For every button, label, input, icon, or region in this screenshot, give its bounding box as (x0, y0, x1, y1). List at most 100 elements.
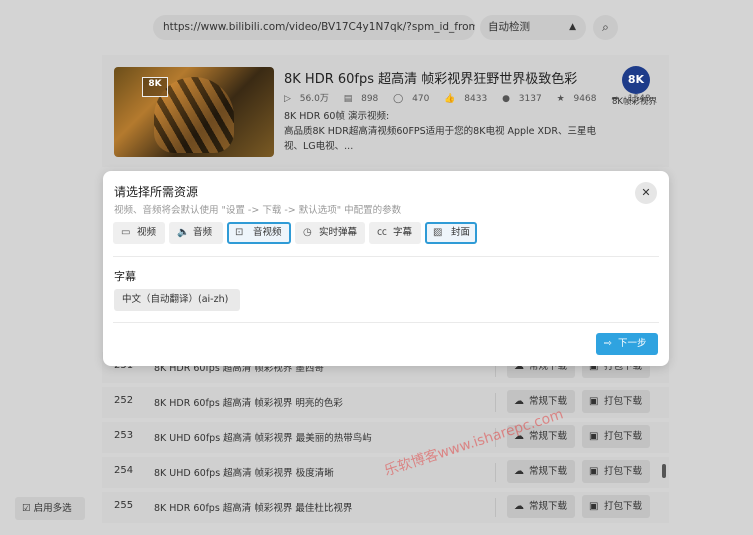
episode-title: 8K HDR 60fps 超高清 帧彩视界 最佳杜比视界 (154, 503, 353, 514)
subtitle-section-title: 字幕 (114, 270, 136, 283)
close-button[interactable]: ✕ (635, 182, 657, 204)
star-icon: ★ (556, 94, 565, 104)
top-bar: https://www.bilibili.com/video/BV17C4y1N… (0, 0, 753, 56)
episode-row: 255 8K HDR 60fps 超高清 帧彩视界 最佳杜比视界 ☁ 常规下载 ▣ 打包下… (102, 492, 669, 523)
danmaku-stat: ▤ 898 (343, 94, 379, 104)
video-thumbnail: 8K (114, 67, 274, 157)
video-title: 8K HDR 60fps 超高清 帧彩视界狂野世界极致色彩 (284, 72, 578, 87)
resource-chip[interactable]: 🔈 音频 (169, 222, 223, 244)
comments-stat: ◯ 470 (393, 94, 430, 104)
divider (113, 256, 659, 257)
next-step-label: 下一步 (618, 338, 647, 349)
normal-download-label: 常规下载 (529, 466, 568, 477)
resource-chip[interactable]: ◷ 实时弹幕 (295, 222, 365, 244)
coins-stat: ● 3137 (502, 94, 542, 104)
cloud-download-icon: ☁ (514, 466, 524, 477)
resource-chip[interactable]: ⊡ 音视频 (227, 222, 291, 244)
like-icon: 👍 (444, 94, 456, 104)
normal-download-button[interactable]: ☁ 常规下载 (507, 390, 575, 413)
media-icon: ⊡ (235, 227, 244, 238)
resource-chip-label: 封面 (451, 227, 471, 238)
package-icon: ▣ (589, 396, 599, 407)
pack-download-label: 打包下载 (604, 431, 643, 442)
divider (495, 463, 496, 482)
normal-download-button[interactable]: ☁ 常规下载 (507, 425, 575, 448)
likes-stat: 👍 8433 (444, 94, 488, 104)
enable-multiselect-button[interactable]: ☑ 启用多选 (15, 497, 85, 520)
episode-row: 253 8K UHD 60fps 超高清 帧彩视界 最美丽的热带鸟屿 ☁ 常规下载 ▣ 打… (102, 422, 669, 453)
package-icon: ▣ (589, 501, 599, 512)
cloud-download-icon: ☁ (514, 396, 524, 407)
plays-stat: ▷ 56.0万 (284, 94, 329, 104)
pack-download-label: 打包下载 (604, 466, 643, 477)
resource-dialog: 请选择所需资源 视频、音频将会默认使用 "设置 -> 下载 -> 默认选项" 中… (103, 171, 669, 366)
package-icon: ▣ (589, 431, 599, 442)
pack-download-button[interactable]: ▣ 打包下载 (582, 390, 650, 413)
episode-title: 8K UHD 60fps 超高清 帧彩视界 最美丽的热带鸟屿 (154, 433, 372, 444)
episode-row: 252 8K HDR 60fps 超高清 帧彩视界 明亮的色彩 ☁ 常规下载 ▣ 打包下载 (102, 387, 669, 418)
checkbox-icon: ☑ (22, 503, 31, 514)
clock-icon: ◷ (303, 227, 312, 238)
pack-download-button[interactable]: ▣ 打包下载 (582, 460, 650, 483)
video-stats: ▷ 56.0万 ▤ 898 ◯ 470 👍 8433 ● 3137 ★ 9468… (284, 91, 663, 104)
pack-download-button[interactable]: ▣ 打包下载 (582, 425, 650, 448)
episode-row: 254 8K UHD 60fps 超高清 帧彩视界 极度清晰 ☁ 常规下载 ▣ 打包下载 (102, 457, 669, 488)
divider (495, 428, 496, 447)
package-icon: ▣ (589, 466, 599, 477)
detect-mode-label: 自动检测 (488, 21, 530, 33)
resource-chip-label: 音视频 (253, 227, 282, 238)
detect-mode-select[interactable]: 自动检测 ▲ (480, 15, 586, 40)
episode-index: 252 (114, 395, 134, 406)
dialog-subtitle: 视频、音频将会默认使用 "设置 -> 下载 -> 默认选项" 中配置的参数 (114, 205, 402, 216)
episode-index: 254 (114, 465, 134, 476)
resource-chip-label: 字幕 (393, 227, 413, 238)
uploader-avatar[interactable]: 8K (622, 66, 650, 94)
coin-icon: ● (502, 94, 510, 104)
thumb-badge: 8K (142, 77, 168, 97)
dropdown-arrow-icon: ▲ (569, 22, 576, 32)
dialog-title: 请选择所需资源 (114, 185, 199, 199)
multiselect-label: 启用多选 (33, 503, 72, 514)
next-step-button[interactable]: ⇨ 下一步 (596, 333, 658, 355)
arrow-right-icon: ⇨ (604, 338, 612, 349)
comment-icon: ◯ (393, 94, 404, 104)
cloud-download-icon: ☁ (514, 501, 524, 512)
normal-download-label: 常规下载 (529, 396, 568, 407)
normal-download-label: 常规下载 (529, 501, 568, 512)
search-icon: ⌕ (602, 20, 609, 34)
normal-download-button[interactable]: ☁ 常规下载 (507, 495, 575, 518)
image-icon: ▨ (433, 227, 443, 238)
divider (495, 498, 496, 517)
resource-chip-label: 实时弹幕 (319, 227, 358, 238)
favorites-stat: ★ 9468 (556, 94, 597, 104)
speaker-icon: 🔈 (177, 227, 190, 238)
episode-index: 255 (114, 500, 134, 511)
cloud-download-icon: ☁ (514, 431, 524, 442)
normal-download-button[interactable]: ☁ 常规下载 (507, 460, 575, 483)
uploader-name[interactable]: 8K帧彩视界 (612, 95, 657, 107)
pack-download-button[interactable]: ▣ 打包下载 (582, 495, 650, 518)
resource-chip[interactable]: ㏄字幕 (369, 222, 421, 244)
resource-chip-label: 音频 (193, 227, 213, 238)
episode-index: 253 (114, 430, 134, 441)
scrollbar-thumb[interactable] (662, 464, 666, 478)
episode-title: 8K UHD 60fps 超高清 帧彩视界 极度清晰 (154, 468, 334, 479)
subtitle-option-chip[interactable]: 中文（自动翻译）(ai-zh) (114, 289, 240, 311)
search-button[interactable]: ⌕ (593, 15, 618, 40)
pack-download-label: 打包下载 (604, 501, 643, 512)
play-icon: ▷ (284, 94, 291, 104)
resource-chip[interactable]: ▨ 封面 (425, 222, 477, 244)
normal-download-label: 常规下载 (529, 431, 568, 442)
resource-chip[interactable]: ▭ 视频 (113, 222, 165, 244)
video-card: 8K 8K HDR 60fps 超高清 帧彩视界狂野世界极致色彩 ▷ 56.0万… (102, 55, 669, 167)
url-input[interactable]: https://www.bilibili.com/video/BV17C4y1N… (153, 15, 475, 40)
divider (113, 322, 659, 323)
video-icon: ▭ (121, 227, 131, 238)
close-icon: ✕ (641, 186, 651, 199)
episode-title: 8K HDR 60fps 超高清 帧彩视界 明亮的色彩 (154, 398, 343, 409)
cc-icon: ㏄ (377, 227, 387, 238)
video-description: 8K HDR 60帧 演示视频: 高品质8K HDR超高清视频60FPS适用于您… (284, 111, 596, 152)
resource-chip-label: 视频 (137, 227, 157, 238)
danmaku-icon: ▤ (343, 94, 353, 104)
pack-download-label: 打包下载 (604, 396, 643, 407)
